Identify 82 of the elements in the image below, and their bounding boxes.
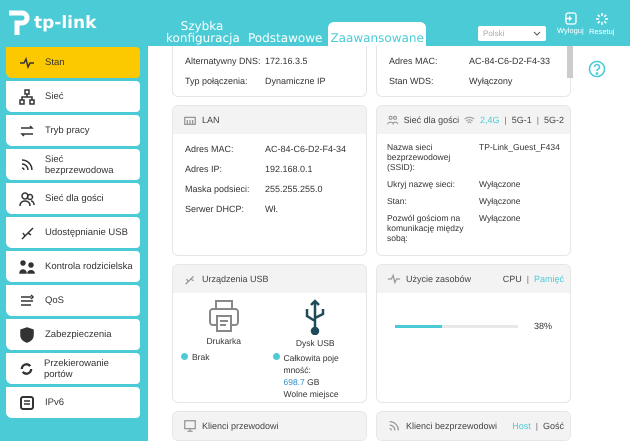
sidebar-item[interactable]: QoS: [6, 285, 140, 316]
monitor-icon: [183, 419, 197, 433]
separator: |: [536, 115, 539, 125]
users-icon: [19, 190, 35, 206]
status-dot: [272, 353, 280, 360]
capacity-value: 698.7 GB: [284, 376, 320, 388]
scrollbar[interactable]: [567, 46, 573, 78]
swap-arrows-icon: [19, 122, 35, 138]
field-value: Dynamiczne IP: [265, 76, 327, 86]
sidebar-item[interactable]: Udostępnianie USB: [6, 217, 140, 248]
usb-icon: [304, 299, 326, 335]
sidebar-item[interactable]: Przekierowanie portów: [6, 353, 140, 384]
card-title: Użycie zasobów: [406, 274, 472, 284]
field-label: Adres MAC:: [389, 56, 439, 66]
status-text: Brak: [192, 352, 210, 362]
pulse-icon: [387, 272, 401, 286]
logout-icon: [564, 12, 577, 25]
tab-link[interactable]: Gość: [542, 421, 564, 431]
card-title: LAN: [202, 115, 221, 125]
usb-icon: [19, 224, 35, 240]
caret-icon: [533, 31, 541, 36]
sidebar-item[interactable]: Sieć bezprzewodowa: [6, 149, 140, 180]
tab-link[interactable]: CPU: [502, 274, 522, 284]
field-value: Wł.: [265, 204, 279, 214]
device-name: Drukarka: [206, 336, 241, 346]
field-label: Typ połączenia:: [185, 76, 249, 86]
printer-icon: [208, 299, 240, 333]
field-label: Serwer DHCP:: [185, 204, 246, 214]
network-icon: [19, 88, 35, 104]
sidebar-item[interactable]: Sieć: [6, 81, 140, 112]
card-title: Sieć dla gości: [404, 115, 460, 125]
field-value: 255.255.255.0: [265, 184, 324, 194]
separator: |: [504, 115, 507, 125]
sidebar-item[interactable]: Stan: [6, 47, 140, 78]
card-title: Urządzenia USB: [202, 274, 270, 284]
sidebar-item[interactable]: Zabezpieczenia: [6, 319, 140, 350]
field-label: Ukryj nazwę sieci:: [387, 179, 456, 189]
users-icon: [387, 113, 399, 127]
document-icon: [19, 394, 35, 410]
field-value: 172.16.3.5: [265, 56, 309, 66]
family-icon: [19, 258, 35, 274]
sidebar-item[interactable]: Tryb pracy: [6, 115, 140, 146]
wifi-icon: [387, 419, 401, 433]
field-value: Wyłączone: [479, 196, 522, 206]
card-title: Klienci bezprzewodowi: [406, 421, 498, 431]
tab-link[interactable]: 5G-2: [544, 115, 564, 125]
wifi-icon: [19, 156, 35, 172]
logo-icon: [6, 10, 30, 36]
field-label: Alternatywny DNS:: [185, 56, 261, 66]
field-label: Pozwól gościom na komunikację między sobą:: [387, 213, 465, 243]
status-dot: [181, 353, 188, 360]
field-label: Stan WDS:: [389, 76, 435, 86]
help-icon[interactable]: [588, 60, 606, 78]
tab-link[interactable]: 5G-1: [512, 115, 532, 125]
sidebar-item[interactable]: Kontrola rodzicielska: [6, 251, 140, 282]
lines-arrow-icon: [19, 292, 35, 308]
field-label: Nazwa sieci bezprzewodowej (SSID):: [387, 142, 452, 172]
separator: |: [526, 274, 529, 284]
spinner-icon: [594, 12, 609, 26]
field-label: Adres IP:: [185, 164, 224, 174]
logo-text: tp-link: [34, 13, 96, 33]
card-title: Klienci przewodowi: [202, 421, 280, 431]
field-value: 192.168.0.1: [265, 164, 314, 174]
field-value: AC-84-C6-D2-F4-34: [265, 144, 348, 154]
device-name: Dysk USB: [296, 338, 335, 348]
free-space-label: Wolne miejsce: [284, 388, 340, 400]
sidebar-item[interactable]: IPv6: [6, 387, 140, 418]
field-label: Adres MAC:: [185, 144, 235, 154]
sidebar-item[interactable]: Sieć dla gości: [6, 183, 140, 214]
usage-reading: 38%: [534, 321, 552, 331]
pulse-icon: [19, 54, 35, 70]
field-label: Maska podsieci:: [185, 184, 251, 194]
field-value: Wyłączony: [469, 76, 514, 86]
field-value: Wyłączone: [479, 213, 522, 225]
shield-icon: [19, 326, 35, 342]
field-value: Wyłączone: [479, 179, 522, 189]
field-label: Stan:: [387, 196, 408, 206]
field-value: TP-Link_Guest_F434: [479, 142, 560, 154]
capacity-label: Całkowita pojemność:: [284, 352, 340, 376]
cycle-arrows-icon: [19, 360, 34, 376]
field-value: AC-84-C6-D2-F4-33: [469, 56, 552, 66]
separator: |: [536, 421, 538, 431]
